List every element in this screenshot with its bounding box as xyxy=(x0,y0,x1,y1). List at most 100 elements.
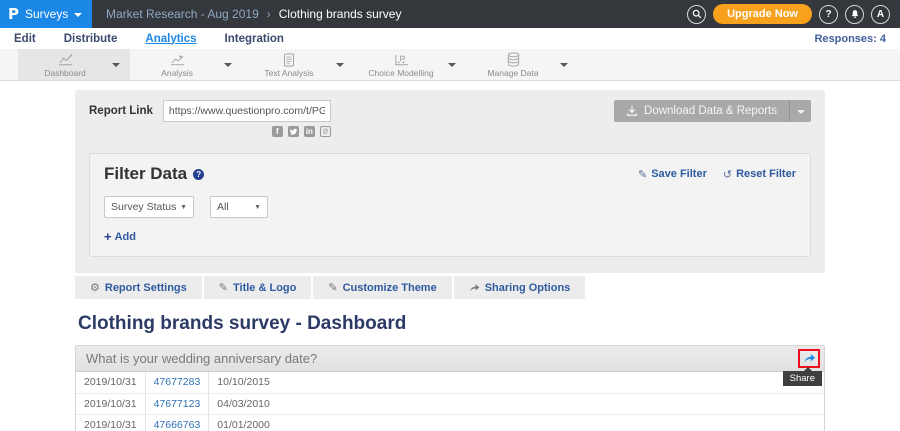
toolbar-item-label: Analysis xyxy=(161,68,193,78)
chevron-down-icon: ▼ xyxy=(254,204,261,211)
save-filter-label: Save Filter xyxy=(651,168,707,180)
chevron-down-icon xyxy=(797,110,805,114)
response-answer-cell: 01/01/2000 xyxy=(209,414,824,431)
responses-count[interactable]: Responses: 4 xyxy=(814,33,886,45)
facebook-icon[interactable]: f xyxy=(272,126,283,137)
table-row[interactable]: 2019/10/31 47677123 04/03/2010 xyxy=(76,393,824,414)
toolbar-item-label: Manage Data xyxy=(487,68,538,78)
main-content: Report Link f in @ Download Data & Repor… xyxy=(0,81,900,431)
questionpro-logo: P xyxy=(8,5,19,23)
help-button[interactable]: ? xyxy=(819,5,838,24)
search-icon xyxy=(692,9,702,19)
embed-icon[interactable]: @ xyxy=(320,126,331,137)
download-button-label: Download Data & Reports xyxy=(644,105,777,117)
notifications-button[interactable] xyxy=(845,5,864,24)
chevron-down-icon[interactable] xyxy=(224,63,232,67)
nav-item-analytics[interactable]: Analytics xyxy=(145,33,196,45)
text-document-icon xyxy=(283,52,295,67)
survey-status-select[interactable]: Survey Status ▼ xyxy=(104,196,194,218)
tab-label: Sharing Options xyxy=(485,282,571,294)
response-date-cell: 2019/10/31 xyxy=(76,414,145,431)
upgrade-now-button[interactable]: Upgrade Now xyxy=(713,4,812,24)
toolbar-item-analysis[interactable]: Analysis xyxy=(130,49,242,80)
nav-item-edit[interactable]: Edit xyxy=(14,33,36,45)
share-button[interactable] xyxy=(798,349,820,368)
toolbar-item-choice-modelling[interactable]: Choice Modelling xyxy=(354,49,466,80)
database-icon xyxy=(506,52,521,67)
question-title: What is your wedding anniversary date? xyxy=(86,351,317,366)
tab-label: Title & Logo xyxy=(233,282,296,294)
reset-arrow-icon: ↺ xyxy=(723,168,732,181)
tab-report-settings[interactable]: ⚙ Report Settings xyxy=(75,276,202,299)
page-title: Clothing brands survey - Dashboard xyxy=(78,313,822,335)
response-answer-cell: 04/03/2010 xyxy=(209,393,824,414)
share-arrow-icon xyxy=(803,353,816,364)
tab-title-logo[interactable]: ✎ Title & Logo xyxy=(204,276,312,299)
topbar-actions: Upgrade Now ? A xyxy=(687,4,900,24)
tab-label: Report Settings xyxy=(105,282,187,294)
survey-status-value: Survey Status xyxy=(111,201,176,213)
top-bar: P Surveys Market Research - Aug 2019 › C… xyxy=(0,0,900,28)
responses-table: 2019/10/31 47677283 10/10/2015 2019/10/3… xyxy=(76,372,824,431)
toolbar-item-dashboard[interactable]: Dashboard xyxy=(18,49,130,80)
section-nav: Edit Distribute Analytics Integration Re… xyxy=(0,28,900,49)
reset-filter-link[interactable]: ↺ Reset Filter xyxy=(723,168,796,181)
filter-value-select[interactable]: All ▼ xyxy=(210,196,268,218)
chevron-down-icon[interactable] xyxy=(448,63,456,67)
toolbar-item-label: Dashboard xyxy=(44,68,86,78)
download-button-group: Download Data & Reports xyxy=(614,100,811,122)
download-options-caret[interactable] xyxy=(789,100,811,122)
question-panel: What is your wedding anniversary date? S… xyxy=(75,345,825,431)
report-link-input[interactable] xyxy=(163,100,331,122)
tab-label: Customize Theme xyxy=(343,282,437,294)
add-filter-link[interactable]: + Add xyxy=(104,229,136,244)
response-id-link[interactable]: 47666763 xyxy=(154,419,201,431)
plus-icon: + xyxy=(104,229,112,244)
filter-data-title: Filter Data xyxy=(104,164,187,184)
avatar[interactable]: A xyxy=(871,5,890,24)
response-date-cell: 2019/10/31 xyxy=(76,372,145,393)
pencil-icon: ✎ xyxy=(638,168,647,181)
chevron-down-icon[interactable] xyxy=(112,63,120,67)
breadcrumb-parent[interactable]: Market Research - Aug 2019 xyxy=(106,7,259,21)
save-filter-link[interactable]: ✎ Save Filter xyxy=(638,168,707,181)
linkedin-icon[interactable]: in xyxy=(304,126,315,137)
nav-item-distribute[interactable]: Distribute xyxy=(64,33,118,45)
question-header: What is your wedding anniversary date? S… xyxy=(76,346,824,372)
response-date-cell: 2019/10/31 xyxy=(76,393,145,414)
table-row[interactable]: 2019/10/31 47677283 10/10/2015 xyxy=(76,372,824,393)
download-data-reports-button[interactable]: Download Data & Reports xyxy=(614,100,789,122)
social-share-row: f in @ xyxy=(163,126,331,137)
report-link-label: Report Link xyxy=(89,105,153,117)
tab-sharing-options[interactable]: Sharing Options xyxy=(454,276,586,299)
tab-customize-theme[interactable]: ✎ Customize Theme xyxy=(313,276,451,299)
surveys-menu-label: Surveys xyxy=(25,7,68,21)
table-row[interactable]: 2019/10/31 47666763 01/01/2000 xyxy=(76,414,824,431)
bell-icon xyxy=(850,9,860,19)
pencil-icon: ✎ xyxy=(219,281,228,294)
pencil-icon: ✎ xyxy=(328,281,337,294)
twitter-icon[interactable] xyxy=(288,126,299,137)
chevron-down-icon xyxy=(74,13,82,17)
response-id-link[interactable]: 47677123 xyxy=(154,398,201,410)
chevron-down-icon[interactable] xyxy=(560,63,568,67)
reset-filter-label: Reset Filter xyxy=(736,168,796,180)
search-button[interactable] xyxy=(687,5,706,24)
chevron-down-icon[interactable] xyxy=(336,63,344,67)
filter-value: All xyxy=(217,201,229,213)
breadcrumb-current: Clothing brands survey xyxy=(279,7,402,21)
toolbar-item-label: Choice Modelling xyxy=(368,68,433,78)
response-id-link[interactable]: 47677283 xyxy=(154,376,201,388)
surveys-menu[interactable]: P Surveys xyxy=(0,0,92,28)
filter-help-icon[interactable]: ? xyxy=(193,169,204,180)
chevron-down-icon: ▼ xyxy=(180,204,187,211)
toolbar-item-label: Text Analysis xyxy=(264,68,313,78)
analytics-toolbar: Dashboard Analysis Text Analysis Choice … xyxy=(0,49,900,81)
download-icon xyxy=(626,105,638,117)
response-answer-cell: 10/10/2015 xyxy=(209,372,824,393)
settings-tabs: ⚙ Report Settings ✎ Title & Logo ✎ Custo… xyxy=(75,276,825,299)
toolbar-item-text-analysis[interactable]: Text Analysis xyxy=(242,49,354,80)
toolbar-item-manage-data[interactable]: Manage Data xyxy=(466,49,578,80)
breadcrumb-separator: › xyxy=(267,7,271,21)
nav-item-integration[interactable]: Integration xyxy=(225,33,284,45)
